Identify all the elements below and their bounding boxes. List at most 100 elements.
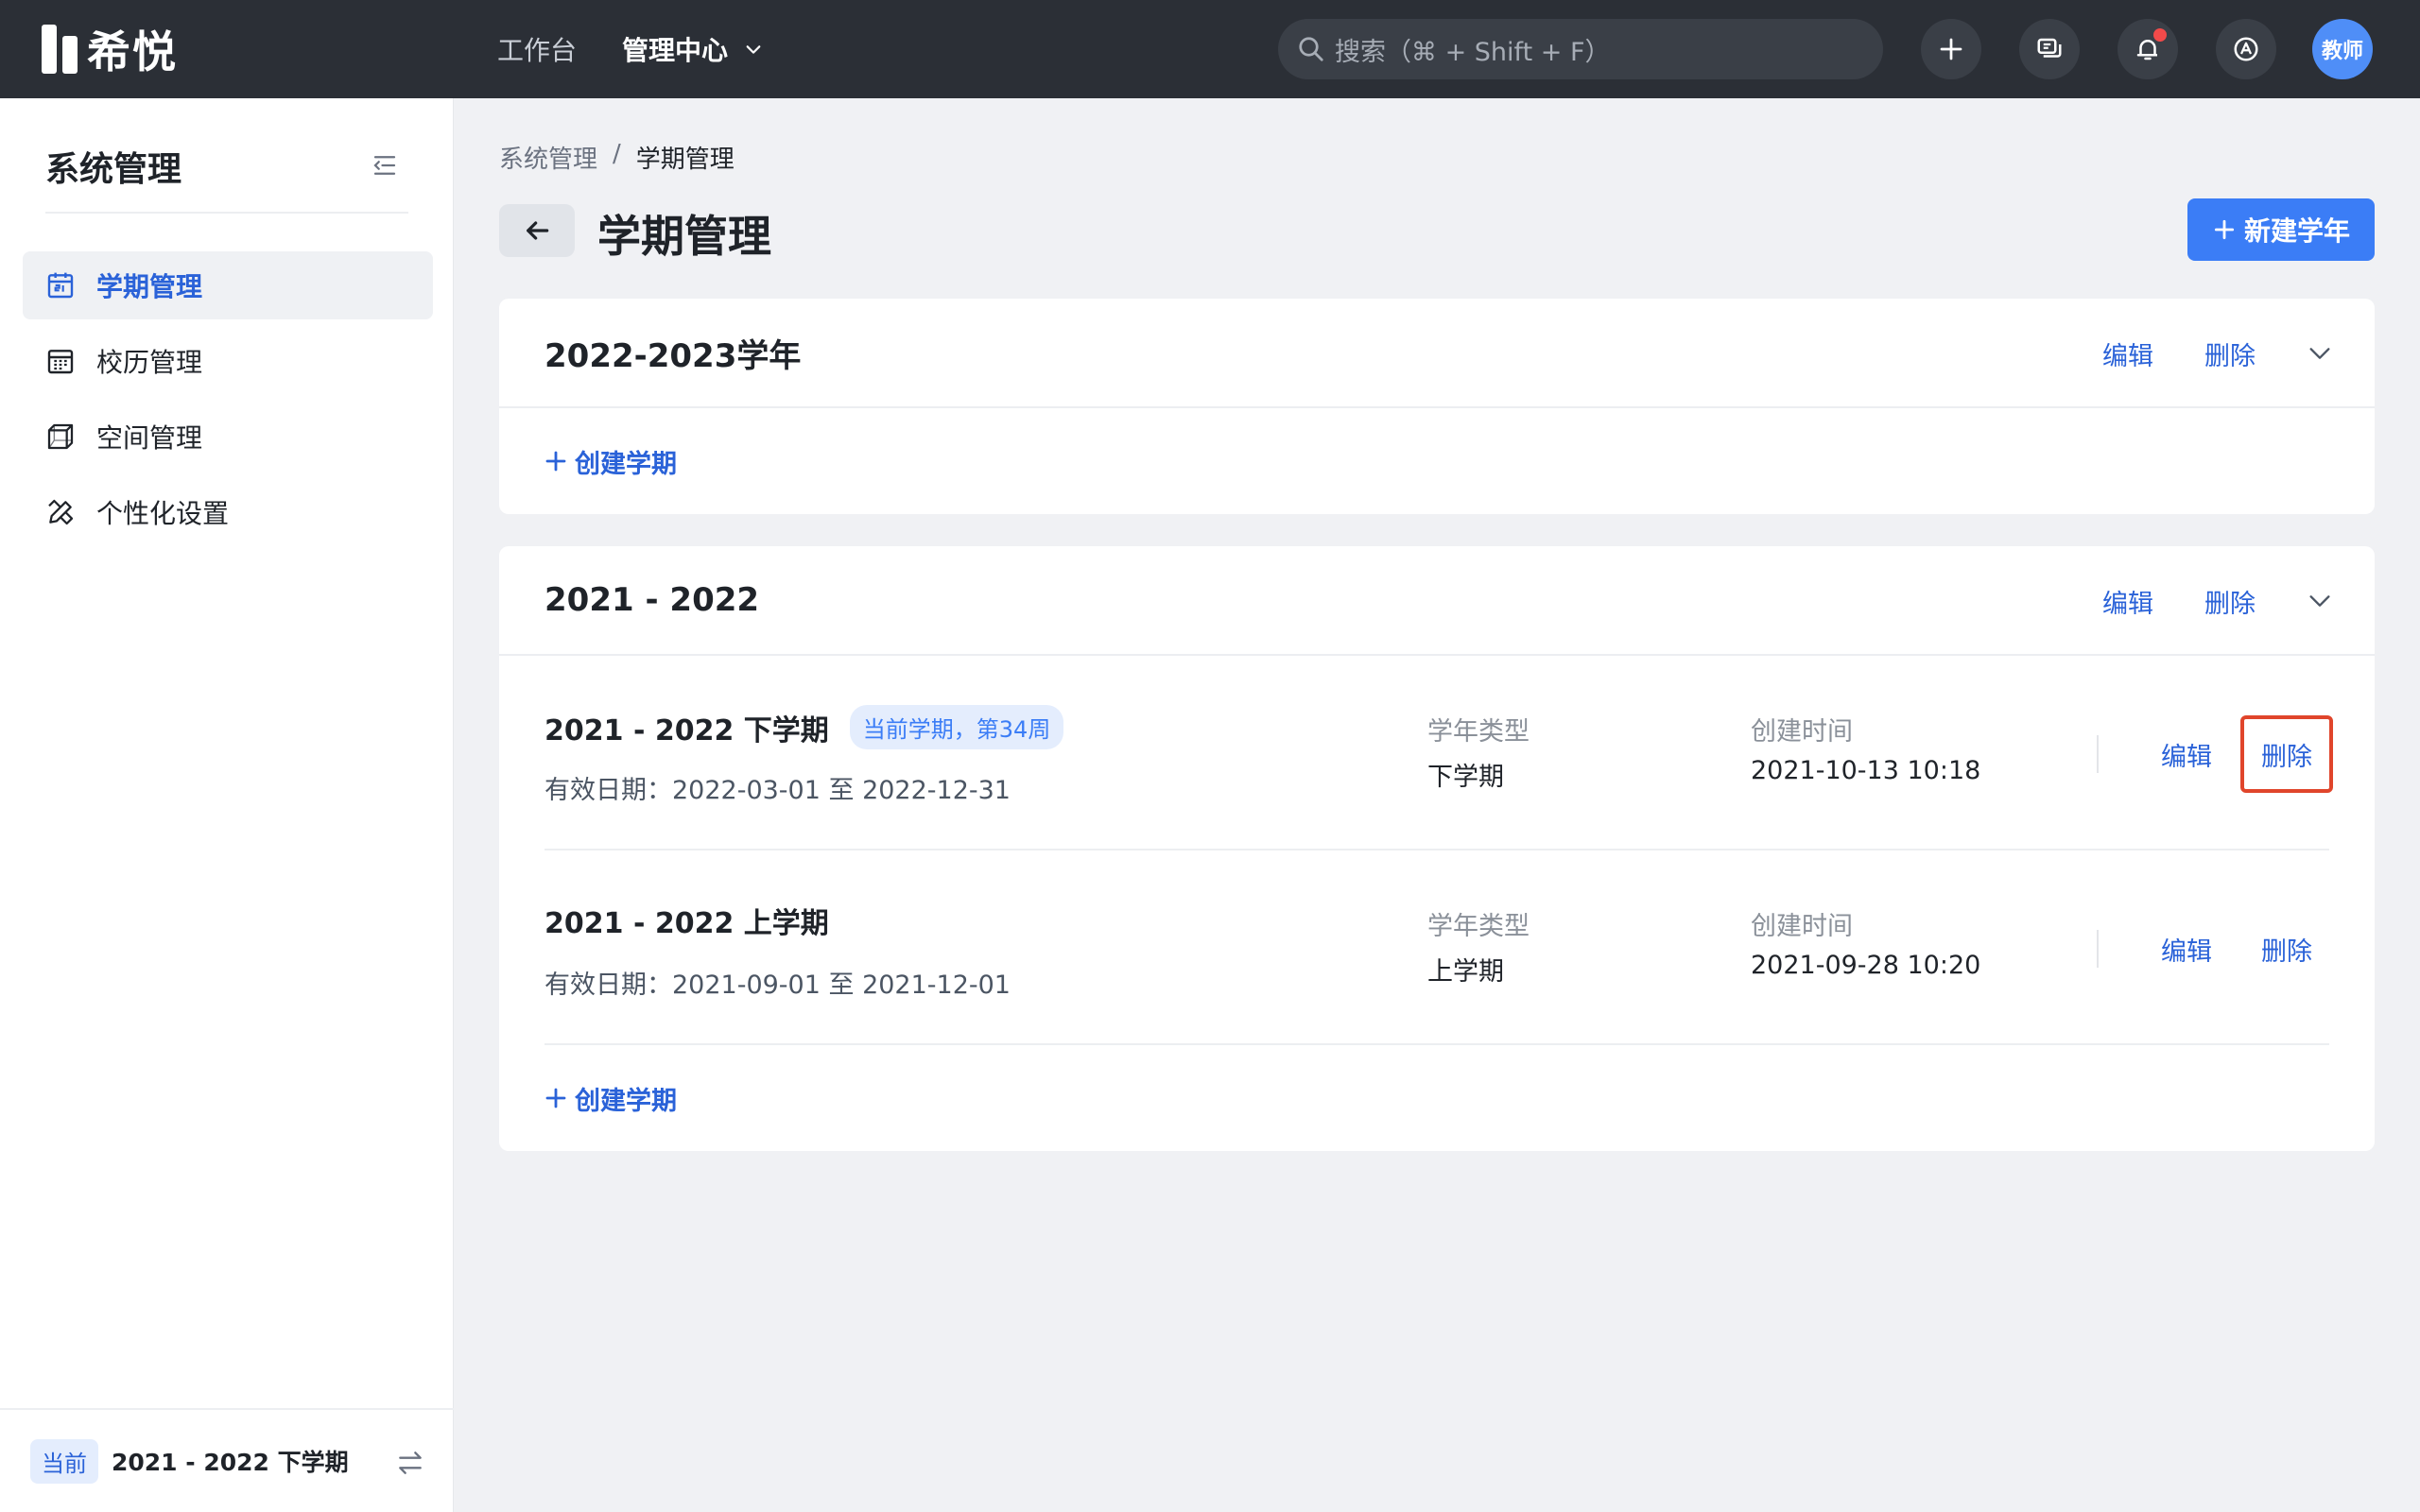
term-type-value: 上学期 [1427,957,1504,987]
chevron-down-icon[interactable] [2307,340,2333,367]
top-nav: 工作台 管理中心 [497,26,762,72]
academic-year-header: 2021 - 2022 编辑 删除 [499,546,2375,656]
delete-year-button[interactable]: 删除 [2204,335,2256,372]
user-avatar[interactable]: 教师 [2312,19,2373,79]
add-button[interactable] [1921,19,1981,79]
new-year-label: 新建学年 [2243,215,2350,247]
sidebar-item-label: 校历管理 [96,347,203,378]
search-placeholder: 搜索（⌘ + Shift + F） [1335,37,1611,67]
logo-mark-icon [42,25,78,74]
academic-year-header: 2022-2023学年 编辑 删除 [499,299,2375,408]
sidebar-item-term-management[interactable]: 学期管理 [23,251,433,319]
edit-term-button[interactable]: 编辑 [2144,931,2229,968]
main-content: 系统管理 / 学期管理 学期管理 新建学年 2022-2023学年 编辑 删除 … [454,98,2420,1512]
term-name-text: 2021 - 2022 上学期 [544,907,829,940]
current-term-switcher[interactable]: 当前 2021 - 2022 下学期 [0,1408,454,1512]
calendar-icon [47,272,74,299]
cube-icon [47,423,74,450]
notifications-button[interactable] [2118,19,2178,79]
delete-term-button[interactable]: 删除 [2240,715,2333,793]
created-time-label: 创建时间 [1751,912,1853,941]
term-row: 2021 - 2022 下学期 当前学期，第34周 有效日期：2022-03-0… [544,656,2333,850]
breadcrumb-parent[interactable]: 系统管理 [499,140,597,175]
academic-year-card: 2022-2023学年 编辑 删除 创建学期 [499,299,2375,514]
sidebar-item-label: 空间管理 [96,422,203,454]
sidebar: 系统管理 学期管理 校历管理 空间管理 个性化设置 当前 2021 - 2022… [0,98,454,1512]
swap-icon[interactable] [395,1448,425,1478]
term-actions: 编辑 删除 [2097,907,2329,990]
sidebar-item-label: 学期管理 [96,271,203,302]
chevron-down-icon[interactable] [2307,588,2333,614]
compass-icon [2234,37,2258,61]
global-search-input[interactable]: 搜索（⌘ + Shift + F） [1278,19,1883,79]
chat-icon [2037,38,2062,58]
created-time-label: 创建时间 [1751,717,1853,747]
create-term-label: 创建学期 [575,449,677,479]
term-type-label: 学年类型 [1427,717,1530,747]
top-bar: 希悦 工作台 管理中心 搜索（⌘ + Shift + F） 教师 [0,0,2420,98]
divider [2097,930,2099,968]
term-name-text: 2021 - 2022 下学期 [544,713,829,747]
apps-button[interactable] [2216,19,2276,79]
top-nav-workbench[interactable]: 工作台 [497,26,577,72]
sidebar-divider [45,212,408,214]
arrow-left-icon [527,221,549,240]
sidebar-title: 系统管理 [45,150,182,189]
academic-year-actions: 编辑 删除 [2102,546,2333,656]
term-name: 2021 - 2022 下学期 当前学期，第34周 [544,705,1064,749]
current-term-badge: 当前学期，第34周 [849,705,1064,749]
academic-year-card: 2021 - 2022 编辑 删除 2021 - 2022 下学期 当前学期，第… [499,546,2375,1151]
sidebar-item-personalization[interactable]: 个性化设置 [23,478,433,546]
term-type-value: 下学期 [1427,763,1504,792]
sidebar-item-school-calendar[interactable]: 校历管理 [23,327,433,395]
delete-term-button[interactable]: 删除 [2244,931,2329,968]
academic-year-title: 2021 - 2022 [544,581,760,619]
messages-button[interactable] [2019,19,2080,79]
academic-year-actions: 编辑 删除 [2102,299,2333,408]
app-logo[interactable]: 希悦 [42,23,178,77]
plus-icon [545,451,566,472]
new-academic-year-button[interactable]: 新建学年 [2187,198,2375,261]
term-actions: 编辑 删除 [2097,713,2333,796]
term-type-label: 学年类型 [1427,912,1530,941]
breadcrumb-separator: / [613,140,621,168]
term-name: 2021 - 2022 上学期 [544,900,829,941]
top-nav-label: 管理中心 [622,35,729,66]
created-time-value: 2021-09-28 10:20 [1751,951,1981,980]
back-button[interactable] [499,204,575,257]
current-tag: 当前 [30,1438,98,1484]
plus-icon [1940,38,1962,60]
sidebar-item-label: 个性化设置 [96,498,230,529]
top-nav-label: 工作台 [497,35,578,66]
current-term-label: 2021 - 2022 下学期 [112,1449,349,1476]
avatar-label: 教师 [2321,40,2363,63]
top-nav-admin-center[interactable]: 管理中心 [622,26,762,72]
pencil-ruler-icon [48,499,74,525]
calendar-grid-icon [47,350,74,374]
notification-dot [2153,28,2167,42]
term-valid-dates: 有效日期：2021-09-01 至 2021-12-01 [544,971,1011,1000]
plus-icon [545,1088,566,1108]
plus-icon [2214,219,2235,240]
page-title: 学期管理 [597,211,771,262]
sidebar-item-space-management[interactable]: 空间管理 [23,403,433,471]
divider [2097,735,2099,773]
collapse-sidebar-icon[interactable] [371,151,399,180]
create-term-label: 创建学期 [575,1086,677,1116]
created-time-value: 2021-10-13 10:18 [1751,756,1981,785]
search-icon [1299,37,1323,61]
sidebar-menu: 学期管理 校历管理 空间管理 个性化设置 [23,251,433,554]
term-valid-dates: 有效日期：2022-03-01 至 2022-12-31 [544,776,1011,805]
create-term-button[interactable]: 创建学期 [499,408,2375,514]
edit-term-button[interactable]: 编辑 [2144,736,2229,773]
term-row: 2021 - 2022 上学期 有效日期：2021-09-01 至 2021-1… [544,850,2329,1045]
logo-text: 希悦 [87,26,178,77]
academic-year-title: 2022-2023学年 [544,336,802,375]
chevron-down-icon [746,45,761,54]
edit-year-button[interactable]: 编辑 [2102,583,2153,620]
breadcrumb-current: 学期管理 [635,146,735,174]
edit-year-button[interactable]: 编辑 [2102,335,2153,372]
delete-year-button[interactable]: 删除 [2204,583,2256,620]
breadcrumb: 系统管理 / 学期管理 [499,140,735,175]
create-term-button[interactable]: 创建学期 [499,1045,2375,1151]
